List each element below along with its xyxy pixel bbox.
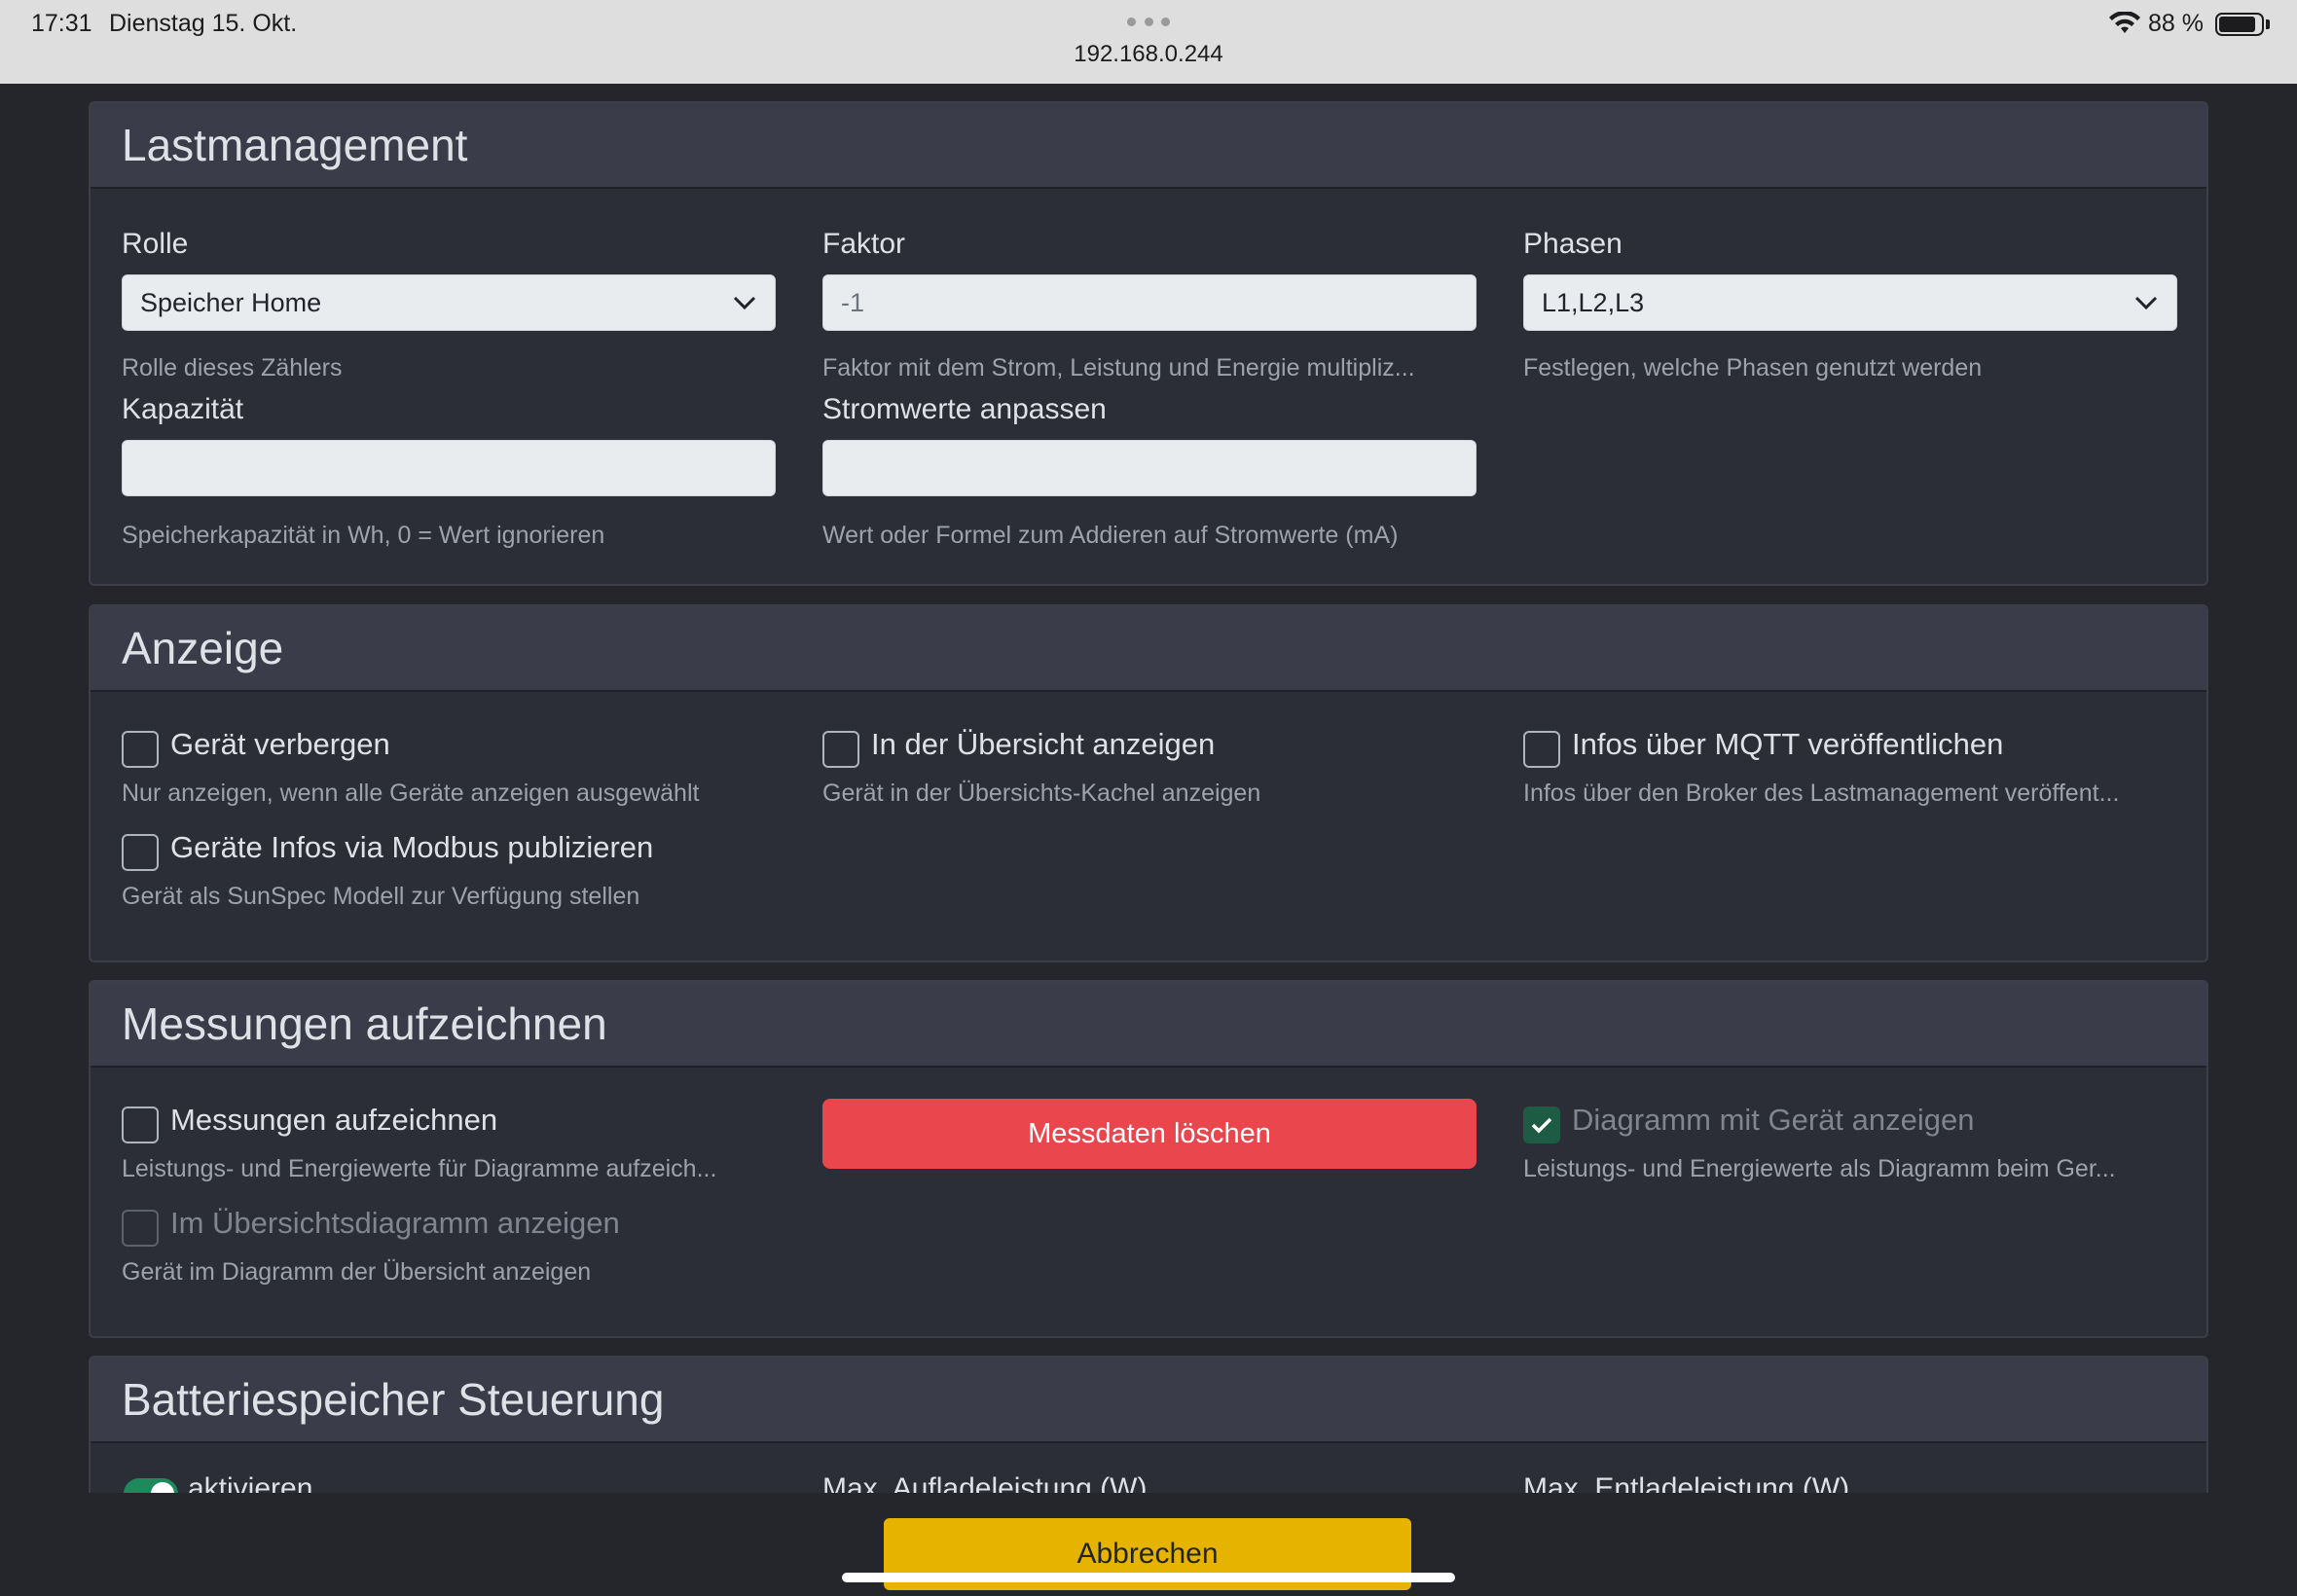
messungen-aufzeichnen-checkbox[interactable]	[122, 1106, 159, 1143]
card-title: Messungen aufzeichnen	[122, 998, 607, 1049]
card-header: Lastmanagement	[91, 103, 2206, 189]
messdaten-loeschen-button[interactable]: Messdaten löschen	[822, 1099, 1477, 1169]
check-icon	[1531, 1117, 1552, 1134]
geraet-verbergen-help: Nur anzeigen, wenn alle Geräte anzeigen …	[122, 780, 700, 807]
rolle-label: Rolle	[122, 228, 189, 260]
phasen-value: L1,L2,L3	[1542, 287, 1645, 317]
faktor-value: -1	[841, 287, 865, 317]
card-title: Lastmanagement	[122, 120, 468, 170]
uebersichtsdiagramm-help: Gerät im Diagramm der Übersicht anzeigen	[122, 1258, 592, 1286]
battery-tip	[2266, 19, 2270, 29]
battery-percent: 88 %	[2148, 10, 2204, 37]
aktivieren-toggle[interactable]	[124, 1478, 178, 1493]
wifi-icon	[2109, 12, 2140, 33]
url-bar[interactable]: 192.168.0.244	[0, 41, 2297, 68]
phasen-select[interactable]: L1,L2,L3	[1523, 274, 2177, 331]
card-messungen: Messungen aufzeichnen Messungen aufzeich…	[89, 980, 2208, 1338]
stromwerte-input[interactable]	[822, 440, 1477, 496]
card-batterie: Batteriespeicher Steuerung aktivieren Ma…	[89, 1356, 2208, 1493]
rolle-value: Speicher Home	[140, 287, 322, 317]
messungen-aufzeichnen-help: Leistungs- und Energiewerte für Diagramm…	[122, 1155, 717, 1182]
uebersicht-help: Gerät in der Übersichts-Kachel anzeigen	[822, 780, 1261, 807]
modbus-checkbox[interactable]	[122, 834, 159, 871]
messungen-aufzeichnen-label[interactable]: Messungen aufzeichnen	[170, 1103, 497, 1138]
kapazitaet-input[interactable]	[122, 440, 776, 496]
max-aufladeleistung-label: Max. Aufladeleistung (W)	[822, 1472, 1148, 1493]
rolle-select[interactable]: Speicher Home	[122, 274, 776, 331]
kapazitaet-label: Kapazität	[122, 393, 244, 425]
faktor-help: Faktor mit dem Strom, Leistung und Energ…	[822, 354, 1415, 381]
max-entladeleistung-label: Max. Entladeleistung (W)	[1523, 1472, 1850, 1493]
modbus-help: Gerät als SunSpec Modell zur Verfügung s…	[122, 883, 640, 910]
diagramm-checkbox[interactable]	[1523, 1106, 1560, 1143]
more-dots-icon[interactable]	[1127, 18, 1170, 27]
chevron-down-icon	[733, 296, 756, 310]
uebersicht-label[interactable]: In der Übersicht anzeigen	[871, 727, 1215, 762]
chevron-down-icon	[2134, 296, 2158, 310]
stromwerte-label: Stromwerte anpassen	[822, 393, 1107, 425]
card-header: Anzeige	[91, 606, 2206, 692]
battery-fill	[2219, 17, 2255, 32]
card-anzeige: Anzeige Gerät verbergen Nur anzeigen, we…	[89, 604, 2208, 962]
diagramm-help: Leistungs- und Energiewerte als Diagramm…	[1523, 1155, 2116, 1182]
phasen-help: Festlegen, welche Phasen genutzt werden	[1523, 354, 1983, 381]
status-date: Dienstag 15. Okt.	[109, 10, 298, 37]
status-bar: 17:31 Dienstag 15. Okt. 192.168.0.244 88…	[0, 0, 2297, 84]
main-content[interactable]: Lastmanagement Rolle Speicher Home Rolle…	[0, 84, 2297, 1493]
home-indicator[interactable]	[842, 1573, 1455, 1582]
faktor-label: Faktor	[822, 228, 906, 260]
mqtt-help: Infos über den Broker des Lastmanagement…	[1523, 780, 2120, 807]
kapazitaet-help: Speicherkapazität in Wh, 0 = Wert ignori…	[122, 522, 605, 549]
geraet-verbergen-label[interactable]: Gerät verbergen	[170, 727, 390, 762]
mqtt-label[interactable]: Infos über MQTT veröffentlichen	[1572, 727, 2003, 762]
status-time: 17:31	[31, 10, 92, 37]
faktor-input[interactable]: -1	[822, 274, 1477, 331]
rolle-help: Rolle dieses Zählers	[122, 354, 343, 381]
mqtt-checkbox[interactable]	[1523, 731, 1560, 768]
phasen-label: Phasen	[1523, 228, 1622, 260]
card-title: Batteriespeicher Steuerung	[122, 1374, 665, 1425]
diagramm-label[interactable]: Diagramm mit Gerät anzeigen	[1572, 1103, 1975, 1138]
footer-bar: Abbrechen	[0, 1493, 2297, 1596]
uebersichtsdiagramm-label[interactable]: Im Übersichtsdiagramm anzeigen	[170, 1206, 620, 1241]
card-lastmanagement: Lastmanagement Rolle Speicher Home Rolle…	[89, 101, 2208, 586]
battery-icon	[2215, 13, 2264, 36]
aktivieren-label[interactable]: aktivieren	[188, 1472, 312, 1493]
card-title: Anzeige	[122, 623, 284, 673]
card-header: Messungen aufzeichnen	[91, 982, 2206, 1068]
uebersichtsdiagramm-checkbox[interactable]	[122, 1210, 159, 1247]
modbus-label[interactable]: Geräte Infos via Modbus publizieren	[170, 830, 653, 865]
card-header: Batteriespeicher Steuerung	[91, 1358, 2206, 1443]
geraet-verbergen-checkbox[interactable]	[122, 731, 159, 768]
stromwerte-help: Wert oder Formel zum Addieren auf Stromw…	[822, 522, 1399, 549]
uebersicht-checkbox[interactable]	[822, 731, 859, 768]
